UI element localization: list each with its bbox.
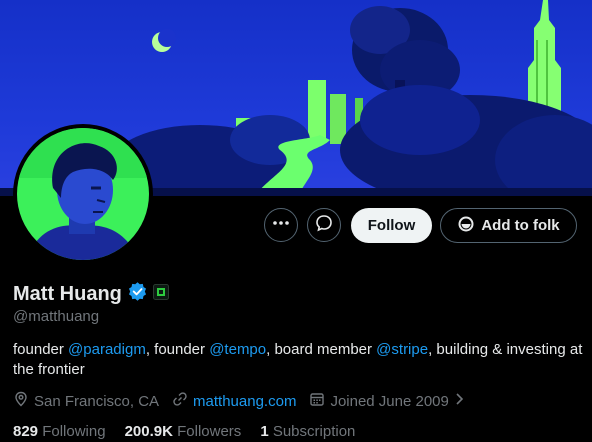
mention-tempo[interactable]: @tempo — [209, 341, 266, 358]
message-button[interactable] — [307, 208, 341, 242]
avatar[interactable] — [13, 124, 153, 264]
folk-icon — [457, 215, 475, 237]
link-icon — [172, 391, 188, 411]
bio: founder @paradigm, founder @tempo, board… — [13, 340, 583, 380]
location-text: San Francisco, CA — [34, 392, 160, 410]
follow-label: Follow — [367, 217, 416, 234]
followers-label: Followers — [177, 423, 242, 440]
more-dots-icon — [272, 214, 290, 237]
profile-stats: 829 Following 200.9K Followers 1 Subscri… — [13, 423, 374, 440]
affiliate-badge-icon[interactable] — [152, 283, 169, 305]
subscription-stat[interactable]: 1 Subscription — [260, 423, 355, 440]
joined[interactable]: Joined June 2009 — [309, 391, 464, 411]
bio-text: , founder — [145, 341, 210, 358]
website: matthuang.com — [172, 391, 296, 411]
bio-text: , board member — [266, 341, 377, 358]
joined-text: Joined June 2009 — [330, 392, 449, 410]
subscription-count: 1 — [260, 423, 269, 440]
mention-stripe[interactable]: @stripe — [376, 341, 428, 358]
add-to-folk-button[interactable]: Add to folk — [440, 208, 577, 243]
mention-paradigm[interactable]: @paradigm — [68, 341, 146, 358]
chevron-right-icon — [454, 391, 464, 411]
followers-count: 200.9K — [124, 423, 173, 440]
handle: @matthuang — [13, 308, 100, 325]
following-count: 829 — [13, 423, 39, 440]
following-stat[interactable]: 829 Following — [13, 423, 106, 440]
subscription-label: Subscription — [272, 423, 356, 440]
display-name: Matt Huang — [13, 282, 122, 305]
followers-stat[interactable]: 200.9K Followers — [125, 423, 242, 440]
location: San Francisco, CA — [13, 391, 159, 411]
verified-badge-icon[interactable] — [128, 282, 147, 306]
message-icon — [315, 214, 333, 237]
bio-text: founder — [13, 341, 69, 358]
following-label: Following — [42, 423, 106, 440]
folk-label: Add to folk — [481, 217, 560, 234]
follow-button[interactable]: Follow — [351, 208, 432, 243]
location-pin-icon — [13, 391, 29, 411]
profile-meta: San Francisco, CA matthuang.com Joined J… — [13, 391, 477, 411]
website-link[interactable]: matthuang.com — [193, 393, 296, 410]
calendar-icon — [309, 391, 325, 411]
name-row: Matt Huang — [13, 282, 169, 306]
more-button[interactable] — [264, 208, 298, 242]
